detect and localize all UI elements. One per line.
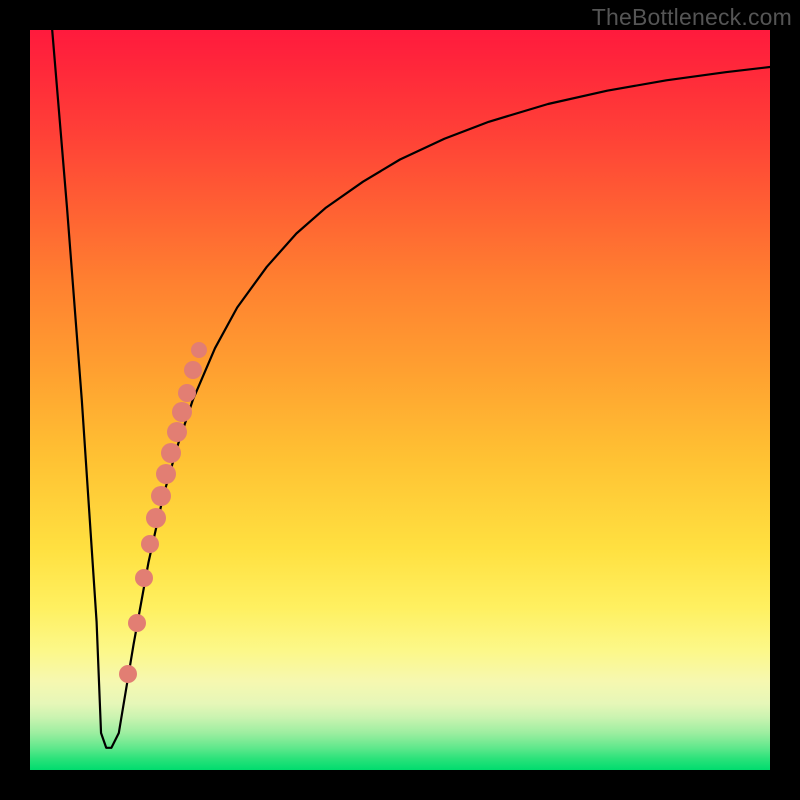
- marker-dot: [156, 464, 176, 484]
- marker-dot: [191, 342, 207, 358]
- plot-area: [30, 30, 770, 770]
- marker-dot: [184, 361, 202, 379]
- marker-dot: [146, 508, 166, 528]
- marker-dot: [178, 384, 196, 402]
- marker-dot: [119, 665, 137, 683]
- marker-dot: [167, 422, 187, 442]
- marker-dot: [128, 614, 146, 632]
- marker-dot: [141, 535, 159, 553]
- bottleneck-curve: [30, 30, 770, 770]
- marker-dot: [172, 402, 192, 422]
- watermark-text: TheBottleneck.com: [592, 4, 792, 31]
- marker-dot: [135, 569, 153, 587]
- chart-frame: TheBottleneck.com: [0, 0, 800, 800]
- marker-dot: [151, 486, 171, 506]
- marker-dot: [161, 443, 181, 463]
